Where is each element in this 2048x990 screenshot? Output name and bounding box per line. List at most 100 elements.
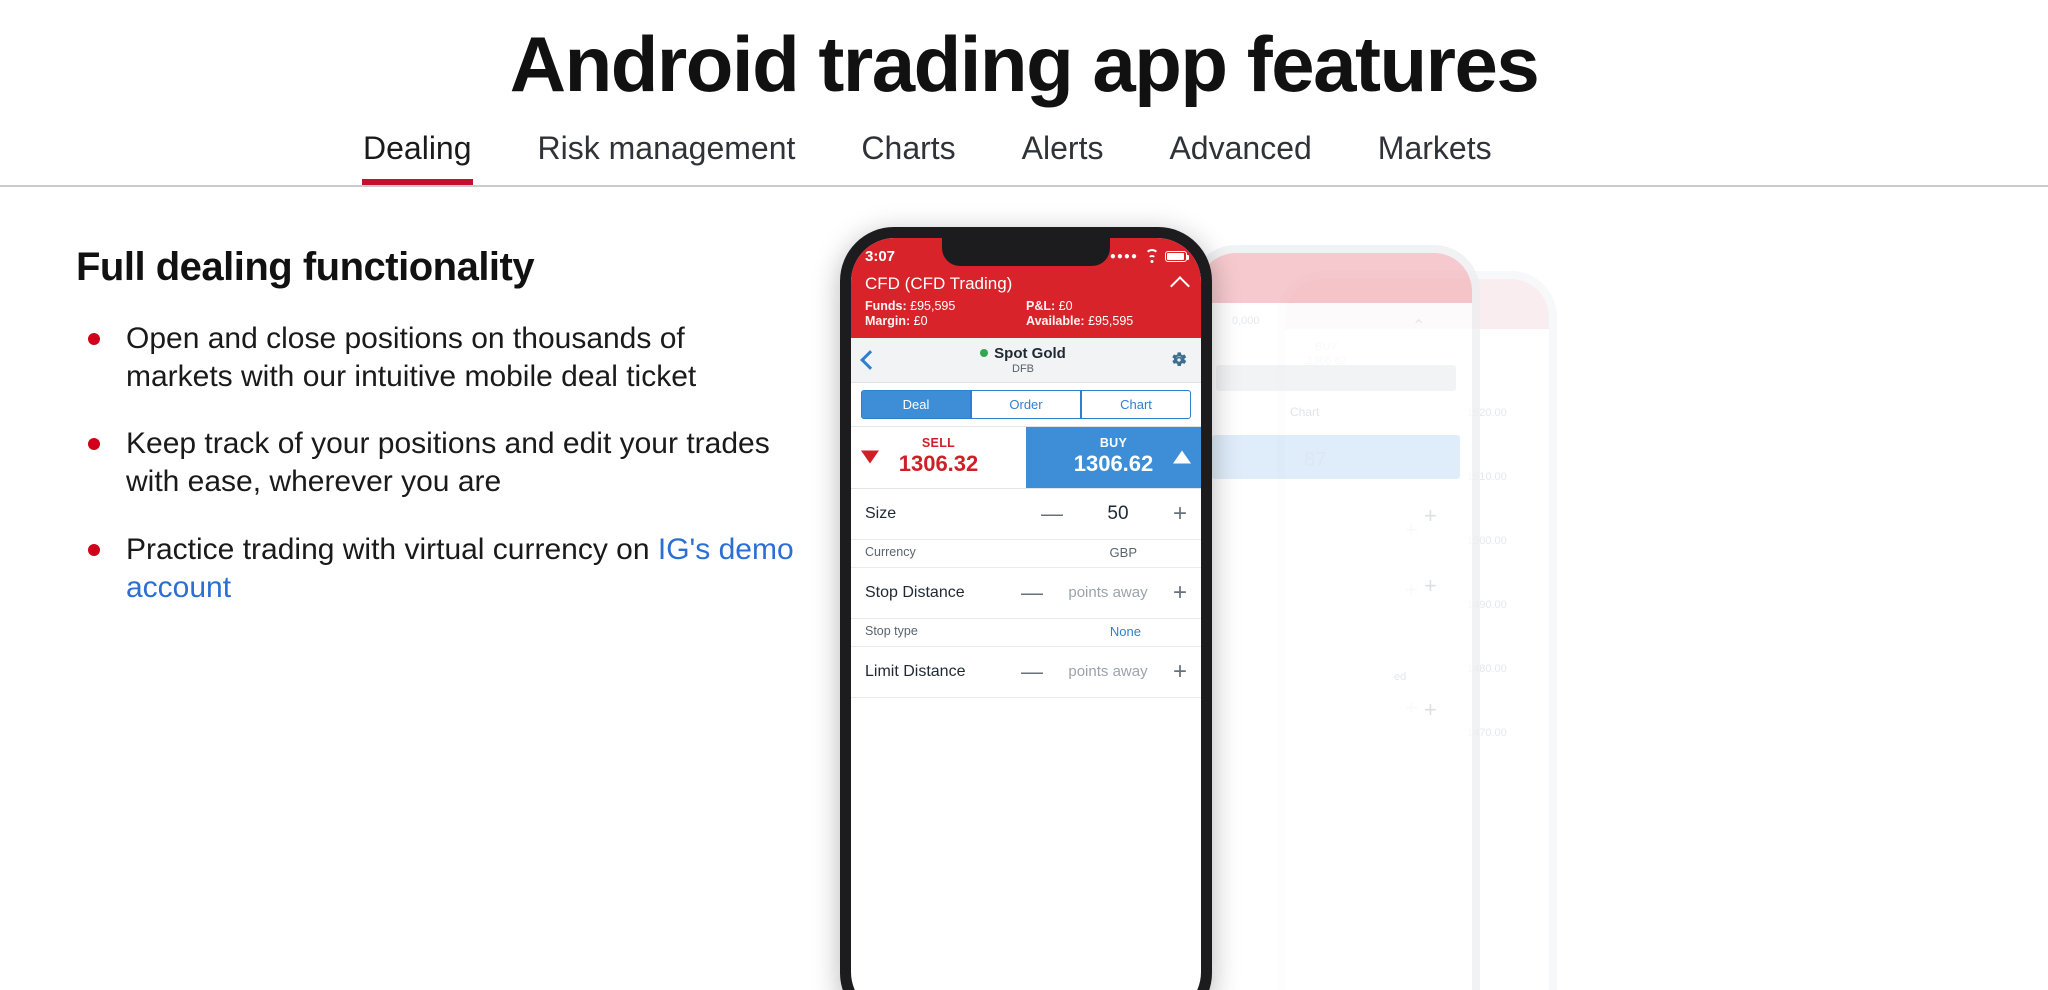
ticket-tab-deal[interactable]: Deal <box>861 389 971 419</box>
stop-type-value[interactable]: None <box>1110 624 1187 639</box>
field-limit-distance: Limit Distance — points away + <box>851 647 1201 698</box>
ghost-buy-panel <box>1212 434 1460 479</box>
limit-distance-decrement-button[interactable]: — <box>1021 660 1043 683</box>
bullet-text: Keep track of your positions and edit yo… <box>126 427 770 499</box>
stop-distance-increment-button[interactable]: + <box>1173 580 1187 605</box>
ghost-plus-icon: + <box>1424 502 1437 528</box>
tab-divider <box>0 184 2048 187</box>
tab-label: Risk management <box>537 129 796 166</box>
page-title: Android trading app features <box>509 20 1540 108</box>
account-name: CFD (CFD Trading) <box>865 273 1013 293</box>
ghost-plus-icon: + <box>1424 572 1437 598</box>
limit-distance-stepper: — points away + <box>1021 659 1187 684</box>
market-subtitle: DFB <box>1012 362 1034 375</box>
ghost-header-middle <box>1198 252 1472 303</box>
ticket-tab-order[interactable]: Order <box>971 389 1081 419</box>
tab-alerts[interactable]: Alerts <box>989 130 1137 185</box>
funds-row: Funds: £95,595 <box>865 299 1026 313</box>
margin-label: Margin: <box>865 313 911 328</box>
ghost-chevron-icon: ⌃ <box>1412 317 1426 335</box>
feature-bullet-list: Open and close positions on thousands of… <box>76 320 840 607</box>
list-item: Open and close positions on thousands of… <box>76 320 796 396</box>
phone-stack: BUY 1306.62 1520.00 1510.00 1500.00 1490… <box>840 226 1557 990</box>
tab-advanced[interactable]: Advanced <box>1136 130 1344 185</box>
buy-button[interactable]: BUY 1306.62 <box>1026 426 1201 488</box>
market-name-row: Spot Gold <box>877 345 1169 362</box>
pl-label: P&L: <box>1026 298 1056 313</box>
tab-markets[interactable]: Markets <box>1345 130 1525 185</box>
ghost-plus-icon: + <box>1424 696 1437 722</box>
stop-distance-input[interactable]: points away <box>1053 584 1163 601</box>
size-stepper: — 50 + <box>1041 501 1187 526</box>
market-info: Spot Gold DFB <box>877 345 1169 375</box>
account-row[interactable]: CFD (CFD Trading) <box>865 273 1190 297</box>
status-time: 3:07 <box>865 248 896 266</box>
currency-value: GBP <box>1109 544 1137 560</box>
ticket-tab-chart[interactable]: Chart <box>1081 389 1191 419</box>
green-dot-icon <box>980 349 989 358</box>
page-root: Android trading app features Dealing Ris… <box>0 0 2048 990</box>
tab-label: Charts <box>861 129 956 166</box>
pl-value: £0 <box>1058 298 1073 313</box>
phone-mockup-column: BUY 1306.62 1520.00 1510.00 1500.00 1490… <box>840 226 2048 990</box>
tab-charts[interactable]: Charts <box>828 130 988 185</box>
market-bar: Spot Gold DFB <box>851 337 1201 383</box>
tab-bar: Dealing Risk management Charts Alerts Ad… <box>0 130 2048 187</box>
margin-value: £0 <box>913 313 928 328</box>
feature-text-column: Full dealing functionality Open and clos… <box>0 245 840 637</box>
available-value: £95,595 <box>1088 313 1134 328</box>
limit-distance-input[interactable]: points away <box>1053 663 1163 680</box>
ticket-tabs: Deal Order Chart <box>851 382 1201 426</box>
tab-label: Alerts <box>1021 129 1104 166</box>
sell-label: SELL <box>921 435 956 450</box>
tab-dealing[interactable]: Dealing <box>330 130 505 185</box>
limit-distance-increment-button[interactable]: + <box>1173 659 1187 684</box>
bullet-text: Practice trading with virtual currency o… <box>126 532 658 566</box>
tab-risk-management[interactable]: Risk management <box>505 130 829 185</box>
limit-distance-label: Limit Distance <box>865 662 966 680</box>
gear-icon[interactable] <box>1169 350 1189 370</box>
battery-icon <box>1165 251 1189 263</box>
funds-value: £95,595 <box>910 298 956 313</box>
market-name: Spot Gold <box>994 344 1066 362</box>
list-item: Keep track of your positions and edit yo… <box>76 425 796 501</box>
bullet-text: Open and close positions on thousands of… <box>126 321 697 393</box>
phone-notch <box>942 237 1110 266</box>
field-currency: Currency GBP <box>851 540 1201 568</box>
tab-label: Markets <box>1377 129 1492 166</box>
stop-distance-decrement-button[interactable]: — <box>1021 581 1043 604</box>
buy-price: 1306.62 <box>1073 450 1154 476</box>
phone-screen: 3:07 10 ●●●● CFD (CFD Trading) <box>851 237 1201 990</box>
ghost-label-closed: ed <box>1394 670 1407 683</box>
tab-list: Dealing Risk management Charts Alerts Ad… <box>0 130 2048 185</box>
wifi-icon <box>1144 248 1159 263</box>
chevron-up-icon[interactable] <box>1170 276 1190 297</box>
signal-bars-icon: ●●●● <box>1109 251 1138 263</box>
pl-row: P&L: £0 <box>1026 299 1187 313</box>
ghost-label-amount: 0,000 <box>1232 314 1260 327</box>
available-label: Available: <box>1026 313 1085 328</box>
size-value[interactable]: 50 <box>1089 503 1147 525</box>
field-stop-type[interactable]: Stop type None <box>851 619 1201 647</box>
ghost-label-chart: Chart <box>1290 404 1320 419</box>
size-decrement-button[interactable]: — <box>1041 502 1063 525</box>
sell-button[interactable]: SELL 1306.32 <box>851 426 1026 488</box>
account-figures: Funds: £95,595 P&L: £0 Margin: £0 Availa… <box>865 299 1187 328</box>
list-item: Practice trading with virtual currency o… <box>76 531 796 607</box>
funds-label: Funds: <box>865 298 907 313</box>
available-row: Available: £95,595 <box>1026 314 1187 328</box>
size-increment-button[interactable]: + <box>1173 501 1187 526</box>
ghost-field-row <box>1216 364 1456 391</box>
field-size: Size — 50 + <box>851 489 1201 540</box>
sell-price: 1306.32 <box>898 450 979 476</box>
tab-label: Advanced <box>1169 129 1312 166</box>
currency-label: Currency <box>865 545 916 560</box>
stop-type-label: Stop type <box>865 624 918 639</box>
quote-row: SELL 1306.32 BUY 1306.62 <box>851 425 1201 489</box>
phone-device: 3:07 10 ●●●● CFD (CFD Trading) <box>840 226 1212 990</box>
triangle-up-icon <box>1173 450 1191 464</box>
triangle-down-icon <box>861 450 879 464</box>
ghost-phone-middle: 0,000 ⌃ Chart 87 + + ed + <box>1190 244 1480 990</box>
stop-distance-label: Stop Distance <box>865 583 965 601</box>
buy-label: BUY <box>1099 435 1128 450</box>
